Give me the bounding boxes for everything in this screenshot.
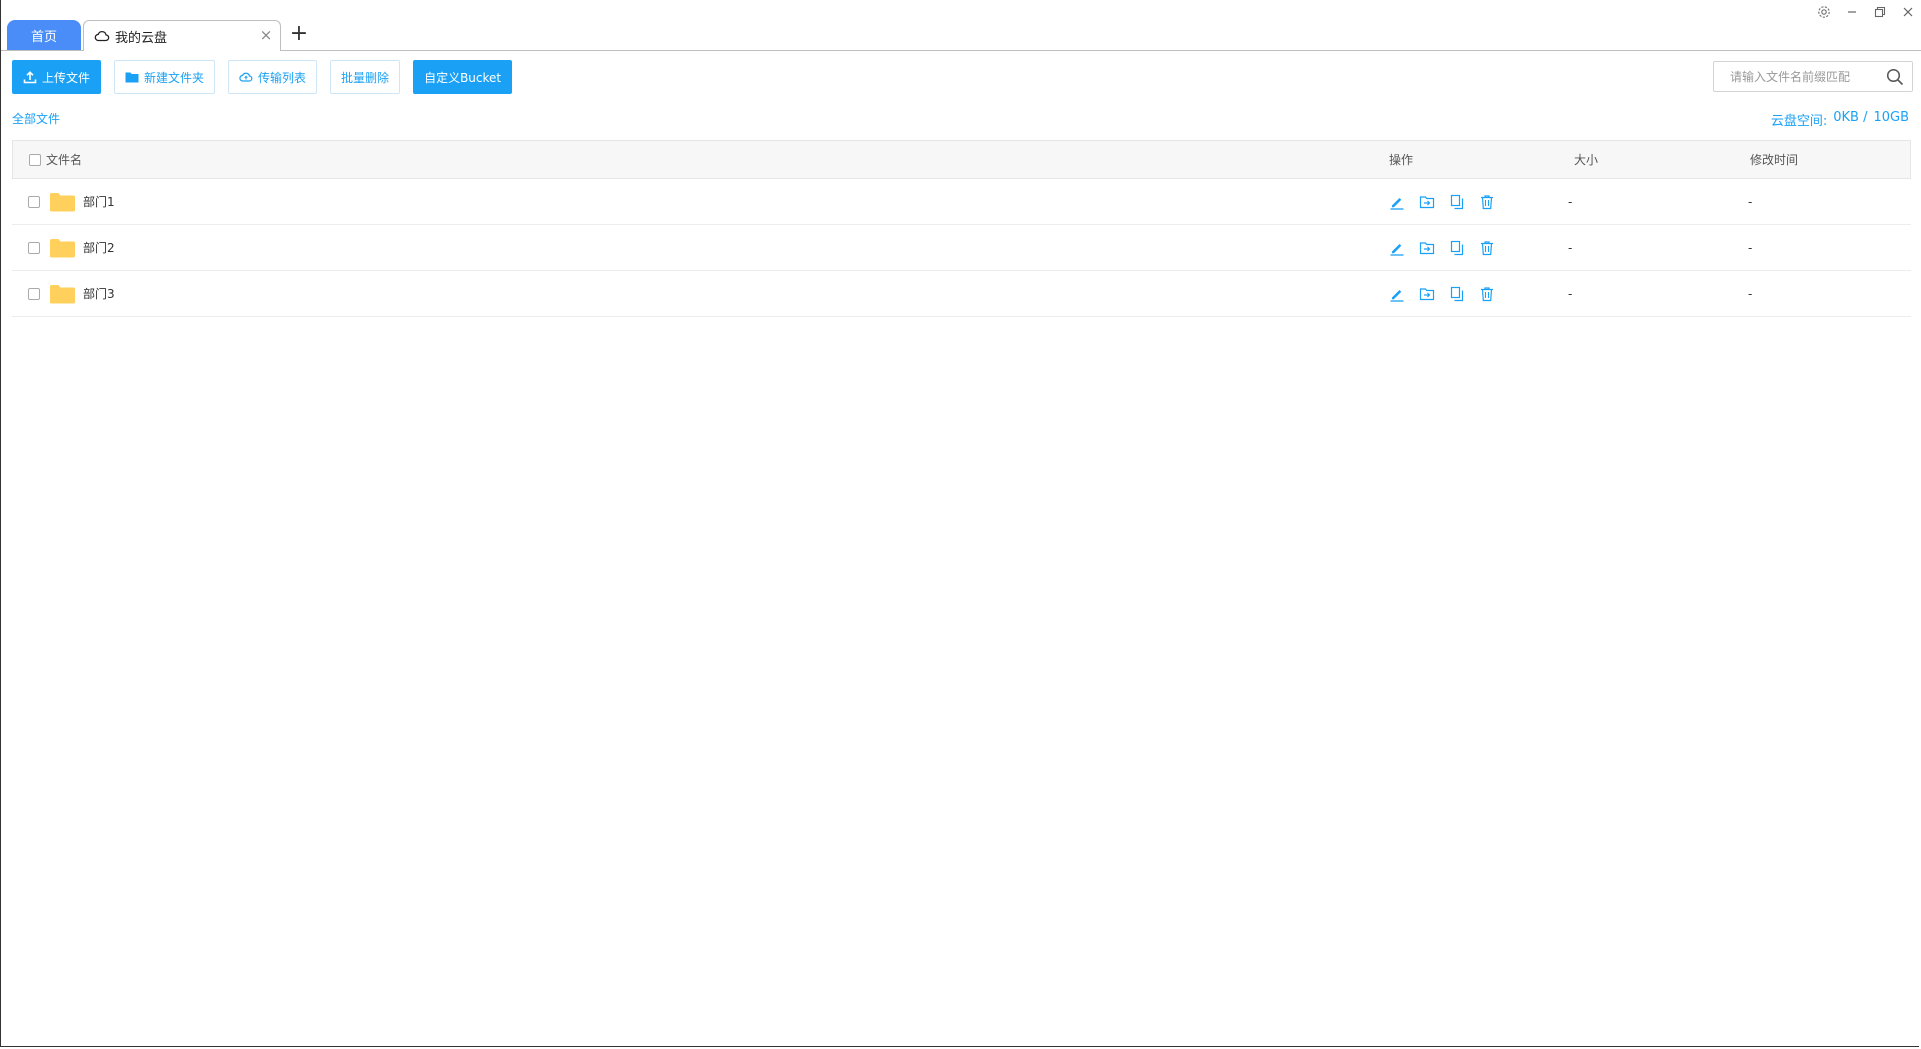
tab-my-cloud-drive-label: 我的云盘: [115, 30, 168, 46]
upload-icon: [23, 71, 37, 84]
cloud-icon: [94, 31, 110, 42]
batch-delete-label: 批量删除: [341, 70, 390, 85]
search-input[interactable]: [1728, 62, 1892, 91]
app-window: 首页 我的云盘 × + 上传文件 新建文件夹 传输列表 批量删除 自定义Buck…: [0, 0, 1921, 1047]
transfer-list-label: 传输列表: [258, 70, 307, 85]
custom-bucket-label: 自定义Bucket: [424, 70, 502, 85]
folder-icon: [50, 238, 75, 257]
new-folder-label: 新建文件夹: [144, 70, 205, 85]
row-checkbox-cell: [28, 179, 40, 224]
file-name[interactable]: 部门2: [83, 239, 115, 256]
file-name[interactable]: 部门1: [83, 193, 115, 210]
close-icon[interactable]: [1894, 2, 1921, 22]
column-header-modified: 修改时间: [1750, 153, 1799, 167]
row-actions: [1388, 179, 1508, 224]
table-row[interactable]: 部门1 - -: [12, 179, 1911, 225]
copy-icon[interactable]: [1448, 193, 1466, 211]
new-folder-button[interactable]: 新建文件夹: [114, 60, 216, 94]
minimize-icon[interactable]: [1838, 2, 1866, 22]
toolbar: 上传文件 新建文件夹 传输列表 批量删除 自定义Bucket: [12, 60, 525, 95]
column-header-size: 大小: [1574, 153, 1599, 167]
file-name-cell[interactable]: 部门2: [50, 225, 115, 270]
file-modified: -: [1748, 240, 1753, 255]
table-row[interactable]: 部门3 - -: [12, 271, 1911, 317]
column-header-ops: 操作: [1389, 153, 1414, 167]
row-checkbox[interactable]: [28, 195, 40, 208]
breadcrumb-all-files[interactable]: 全部文件: [12, 110, 60, 127]
upload-file-button[interactable]: 上传文件: [12, 60, 102, 94]
delete-icon[interactable]: [1478, 285, 1496, 303]
folder-icon: [50, 284, 75, 303]
add-tab-button[interactable]: +: [289, 23, 309, 45]
quota-used: 0KB /: [1833, 110, 1868, 125]
quota-label: 云盘空间:: [1770, 114, 1828, 129]
file-size: -: [1568, 286, 1573, 301]
table-row[interactable]: 部门2 - -: [12, 225, 1911, 271]
cloud-transfer-icon: [239, 72, 253, 82]
file-size: -: [1568, 194, 1573, 209]
row-checkbox[interactable]: [28, 287, 40, 300]
copy-icon[interactable]: [1448, 239, 1466, 257]
custom-bucket-button[interactable]: 自定义Bucket: [413, 60, 513, 94]
tab-bar: 首页 我的云盘 × +: [1, 0, 1921, 51]
tab-home[interactable]: 首页: [7, 20, 81, 50]
storage-quota: 云盘空间: 0KB / 10GB: [1765, 110, 1909, 129]
file-name-cell[interactable]: 部门3: [50, 271, 115, 316]
table-header: 文件名 操作 大小 修改时间: [12, 140, 1911, 179]
transfer-list-button[interactable]: 传输列表: [228, 60, 318, 94]
move-icon[interactable]: [1418, 193, 1436, 211]
column-header-name: 文件名: [46, 153, 83, 167]
tab-home-label: 首页: [30, 29, 57, 45]
header-checkbox-cell: [29, 141, 41, 178]
batch-delete-button[interactable]: 批量删除: [330, 60, 401, 94]
edit-icon[interactable]: [1388, 193, 1406, 211]
tab-my-cloud-drive[interactable]: 我的云盘 ×: [83, 20, 281, 51]
row-actions: [1388, 225, 1508, 270]
restore-icon[interactable]: [1866, 2, 1894, 22]
file-size: -: [1568, 240, 1573, 255]
row-checkbox[interactable]: [28, 241, 40, 254]
folder-icon: [125, 72, 139, 83]
search-icon[interactable]: [1886, 68, 1904, 86]
row-checkbox-cell: [28, 225, 40, 270]
file-name-cell[interactable]: 部门1: [50, 179, 115, 224]
folder-icon: [50, 192, 75, 211]
edit-icon[interactable]: [1388, 285, 1406, 303]
search-box: [1713, 61, 1913, 92]
upload-file-label: 上传文件: [42, 70, 91, 85]
file-table: 文件名 操作 大小 修改时间 部门1 - - 部门2 - - 部门3 - -: [12, 140, 1911, 317]
move-icon[interactable]: [1418, 285, 1436, 303]
row-actions: [1388, 271, 1508, 316]
quota-total: 10GB: [1873, 110, 1909, 125]
file-modified: -: [1748, 286, 1753, 301]
edit-icon[interactable]: [1388, 239, 1406, 257]
settings-icon[interactable]: [1810, 2, 1838, 22]
select-all-checkbox[interactable]: [29, 153, 41, 166]
tab-close-icon[interactable]: ×: [258, 27, 274, 43]
window-controls: [1810, 2, 1921, 22]
row-checkbox-cell: [28, 271, 40, 316]
delete-icon[interactable]: [1478, 193, 1496, 211]
file-name[interactable]: 部门3: [83, 285, 115, 302]
file-modified: -: [1748, 194, 1753, 209]
move-icon[interactable]: [1418, 239, 1436, 257]
copy-icon[interactable]: [1448, 285, 1466, 303]
delete-icon[interactable]: [1478, 239, 1496, 257]
